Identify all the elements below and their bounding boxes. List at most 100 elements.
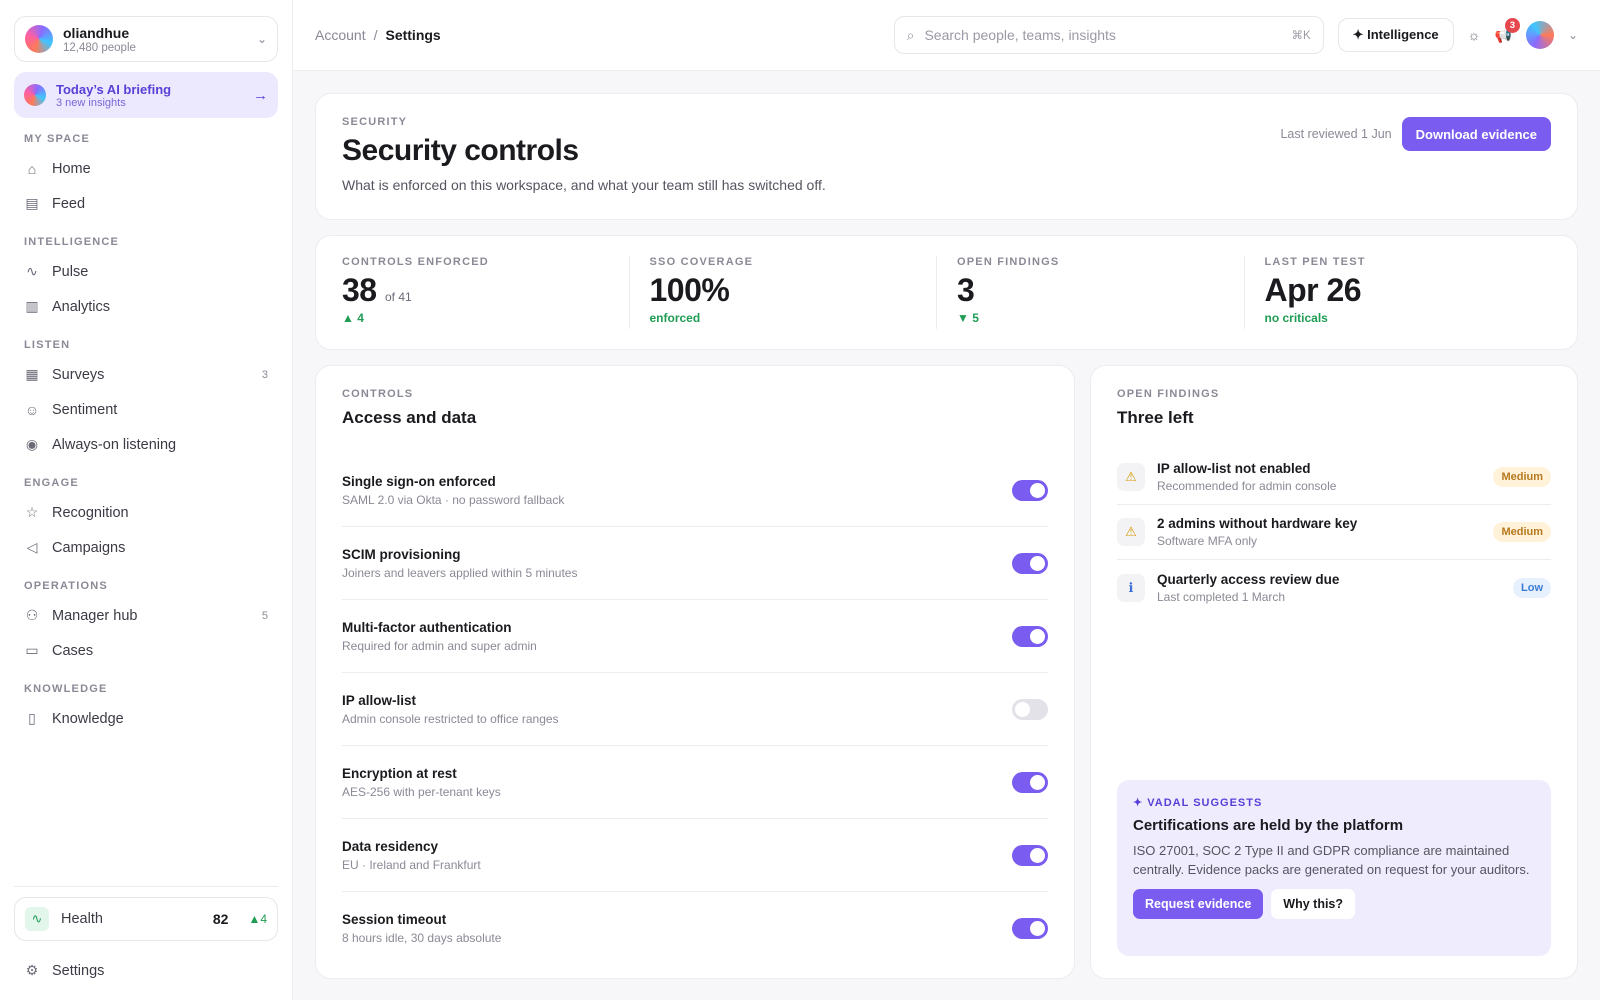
severity-badge: Medium bbox=[1493, 522, 1551, 542]
stat-number: 100% bbox=[649, 272, 730, 308]
intelligence-button[interactable]: ✦ Intelligence bbox=[1337, 18, 1454, 52]
sidebar-item-label: Settings bbox=[52, 962, 105, 979]
breadcrumb-current: Settings bbox=[385, 27, 441, 43]
suggestion-body: ISO 27001, SOC 2 Type II and GDPR compli… bbox=[1133, 843, 1530, 877]
workspace-size: 12,480 people bbox=[63, 41, 136, 54]
finding-row[interactable]: ℹ Quarterly access review due Last complet… bbox=[1117, 560, 1551, 615]
sidebar-item-analytics[interactable]: ▥ Analytics bbox=[14, 289, 278, 324]
sidebar-item-home[interactable]: ⌂ Home bbox=[14, 151, 278, 186]
control-toggle[interactable] bbox=[1012, 918, 1048, 939]
sidebar-item-recognition[interactable]: ☆ Recognition bbox=[14, 495, 278, 530]
control-title: Single sign-on enforced bbox=[342, 473, 496, 489]
findings-title: Three left bbox=[1117, 408, 1194, 427]
control-toggle[interactable] bbox=[1012, 552, 1048, 574]
finding-text: 2 admins without hardware key Software MF… bbox=[1157, 516, 1481, 548]
control-description: Joiners and leavers applied within 5 min… bbox=[342, 565, 578, 580]
info-icon: ℹ bbox=[1117, 573, 1145, 602]
stat-delta: ▲ 4 bbox=[342, 311, 364, 325]
sidebar-item-surveys[interactable]: ▦ Surveys 3 bbox=[14, 357, 278, 392]
control-toggle[interactable] bbox=[1012, 771, 1048, 793]
workspace-logo bbox=[25, 25, 53, 53]
sidebar-item-label: Surveys bbox=[52, 366, 105, 383]
control-title: Multi-factor authentication bbox=[342, 619, 512, 635]
finding-title: IP allow-list not enabled bbox=[1157, 461, 1311, 476]
sidebar-item-pulse[interactable]: ∿ Pulse bbox=[14, 254, 278, 289]
sun-icon[interactable]: ☼ bbox=[1468, 27, 1481, 43]
sidebar-item-label: Campaigns bbox=[52, 539, 126, 556]
control-toggle[interactable] bbox=[1012, 698, 1048, 720]
megaphone-icon[interactable]: 📢 3 bbox=[1495, 17, 1520, 44]
avatar[interactable] bbox=[1525, 21, 1554, 49]
sidebar-section-label: KNOWLEDGE bbox=[24, 683, 108, 695]
finding-title: Quarterly access review due bbox=[1157, 571, 1340, 587]
notification-badge: 3 bbox=[1504, 17, 1520, 33]
sidebar-item-feed[interactable]: ▤ Feed bbox=[14, 186, 278, 221]
sidebar-item-label: Knowledge bbox=[52, 710, 124, 727]
page-header-card: SECURITY Security controls What is enfor… bbox=[315, 93, 1578, 220]
stats-card: CONTROLS ENFORCED 38 of 41 ▲ 4 SSO COVERAGE… bbox=[315, 235, 1578, 350]
breadcrumb-account[interactable]: Account bbox=[315, 27, 366, 43]
control-title: Encryption at rest bbox=[342, 765, 457, 781]
health-widget[interactable]: ∿ Health 82 ▲4 bbox=[14, 897, 278, 941]
finding-description: Software MFA only bbox=[1157, 534, 1258, 548]
sidebar-item-manager-hub[interactable]: ⚇ Manager hub 5 bbox=[14, 598, 278, 633]
stat-suffix: of 41 bbox=[384, 290, 412, 304]
sidebar-item-label: Recognition bbox=[52, 504, 129, 521]
search-shortcut: ⌘K bbox=[1291, 30, 1311, 42]
sidebar-item-label: Feed bbox=[52, 195, 86, 212]
topbar: Account / Settings ⌕ Search people, team… bbox=[293, 0, 1600, 71]
sidebar-section-label: ENGAGE bbox=[24, 477, 79, 489]
controls-eyebrow: CONTROLS bbox=[342, 388, 414, 400]
control-text: Session timeout 8 hours idle, 30 days abs… bbox=[342, 912, 1012, 945]
chevron-down-icon[interactable]: ⌄ bbox=[1568, 28, 1578, 42]
stat-label: OPEN FINDINGS bbox=[957, 256, 1060, 268]
control-toggle[interactable] bbox=[1012, 625, 1048, 647]
why-this-button[interactable]: Why this? bbox=[1271, 889, 1356, 919]
sidebar-item-always-on-listening[interactable]: ◉ Always-on listening bbox=[14, 427, 278, 462]
workspace-switcher[interactable]: oliandhue 12,480 people ⌄ bbox=[14, 16, 278, 62]
suggestion-tag: ✦ VADAL SUGGESTS bbox=[1133, 797, 1263, 809]
finding-text: Quarterly access review due Last complete… bbox=[1157, 572, 1501, 604]
finding-row[interactable]: ⚠ IP allow-list not enabled Recommended fo… bbox=[1117, 450, 1551, 505]
sidebar-item-count: 3 bbox=[261, 368, 268, 381]
sidebar-item-settings[interactable]: ⚙ Settings bbox=[14, 953, 278, 988]
stat-delta: no criticals bbox=[1264, 311, 1328, 325]
control-text: Data residency EU · Ireland and Frankfurt bbox=[342, 839, 1012, 872]
request-evidence-button[interactable]: Request evidence bbox=[1133, 889, 1264, 919]
sidebar-item-campaigns[interactable]: ◁ Campaigns bbox=[14, 530, 278, 565]
sidebar-section-label: LISTEN bbox=[24, 339, 71, 351]
control-toggle[interactable] bbox=[1012, 479, 1048, 501]
sidebar-item-label: Analytics bbox=[52, 298, 111, 315]
people-icon: ⚇ bbox=[25, 607, 39, 623]
stat-label: SSO COVERAGE bbox=[649, 256, 754, 268]
analytics-icon: ▥ bbox=[25, 298, 39, 314]
finding-row[interactable]: ⚠ 2 admins without hardware key Software M… bbox=[1117, 505, 1551, 560]
control-description: Admin console restricted to office range… bbox=[342, 711, 559, 726]
sidebar-section-label: MY SPACE bbox=[24, 133, 91, 145]
ai-briefing-card[interactable]: Today’s AI briefing 3 new insights → bbox=[14, 72, 278, 118]
control-title: Session timeout bbox=[342, 912, 447, 927]
stat-block: OPEN FINDINGS 3 ▼ 5 bbox=[936, 256, 1244, 329]
sidebar-item-cases[interactable]: ▭ Cases bbox=[14, 633, 278, 668]
stat-label: CONTROLS ENFORCED bbox=[342, 256, 489, 268]
control-row: Data residency EU · Ireland and Frankfurt bbox=[342, 819, 1048, 892]
health-delta: ▲4 bbox=[248, 912, 267, 926]
stat-value: 38 of 41 bbox=[342, 272, 629, 309]
sidebar-item-sentiment[interactable]: ☺ Sentiment bbox=[14, 392, 278, 427]
finding-title: 2 admins without hardware key bbox=[1157, 516, 1358, 531]
control-row: Multi-factor authentication Required for … bbox=[342, 600, 1048, 673]
page-description: What is enforced on this workspace, and … bbox=[342, 177, 826, 193]
home-icon: ⌂ bbox=[27, 160, 37, 177]
suggestion-card: ✦ VADAL SUGGESTS Certifications are held… bbox=[1117, 780, 1551, 956]
control-text: Encryption at rest AES-256 with per-tenan… bbox=[342, 766, 1012, 799]
briefing-title: Today’s AI briefing bbox=[56, 81, 172, 97]
download-evidence-button[interactable]: Download evidence bbox=[1401, 117, 1551, 151]
chevron-down-icon: ⌄ bbox=[256, 32, 267, 46]
sidebar-item-knowledge[interactable]: ▯ Knowledge bbox=[14, 701, 278, 736]
control-text: Multi-factor authentication Required for … bbox=[342, 620, 1012, 653]
findings-eyebrow: OPEN FINDINGS bbox=[1117, 388, 1220, 400]
survey-icon: ▦ bbox=[25, 366, 39, 382]
search-input[interactable]: ⌕ Search people, teams, insights ⌘K bbox=[893, 16, 1324, 54]
last-reviewed: Last reviewed 1 Jun bbox=[1280, 127, 1392, 141]
control-toggle[interactable] bbox=[1012, 844, 1048, 866]
